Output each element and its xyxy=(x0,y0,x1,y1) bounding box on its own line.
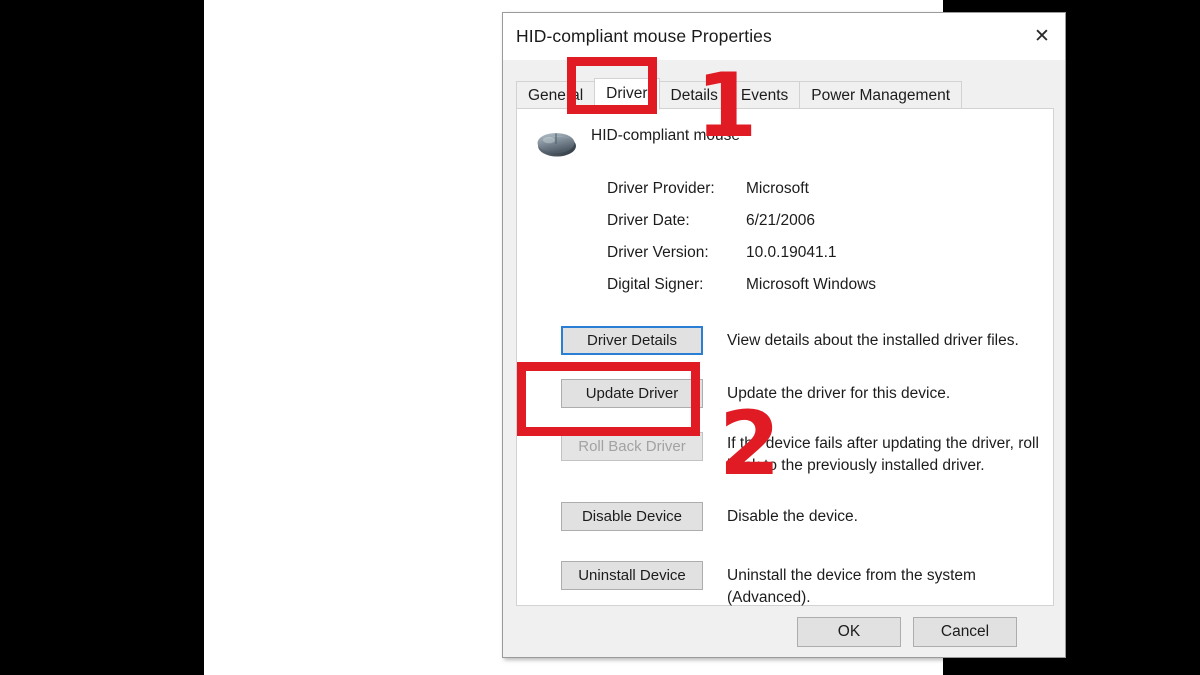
mouse-icon xyxy=(535,123,579,163)
driver-details-button[interactable]: Driver Details xyxy=(561,326,703,355)
disable-device-button[interactable]: Disable Device xyxy=(561,502,703,531)
driver-actions: Driver Details View details about the in… xyxy=(561,326,1041,609)
uninstall-device-description: Uninstall the device from the system (Ad… xyxy=(727,567,976,606)
driver-info-row: Driver Provider: Microsoft xyxy=(607,180,876,212)
roll-back-driver-description: If the device fails after updating the d… xyxy=(727,435,1039,474)
driver-info-table: Driver Provider: Microsoft Driver Date: … xyxy=(607,180,876,308)
close-icon: ✕ xyxy=(1034,25,1050,47)
update-driver-description: Update the driver for this device. xyxy=(727,385,951,402)
roll-back-driver-button: Roll Back Driver xyxy=(561,432,703,461)
uninstall-device-button[interactable]: Uninstall Device xyxy=(561,561,703,590)
driver-details-description: View details about the installed driver … xyxy=(727,332,1019,349)
driver-version-label: Driver Version: xyxy=(607,244,709,261)
device-name: HID-compliant mouse xyxy=(591,127,741,144)
page-background: HID-compliant mouse Properties ✕ General… xyxy=(204,0,1066,675)
action-row-driver-details: Driver Details View details about the in… xyxy=(561,326,1041,355)
tab-general[interactable]: General xyxy=(516,81,596,109)
tab-row: General Driver Details Events Power Mana… xyxy=(516,78,962,110)
update-driver-button[interactable]: Update Driver xyxy=(561,379,703,408)
action-row-uninstall-device: Uninstall Device Uninstall the device fr… xyxy=(561,561,1041,609)
digital-signer-value: Microsoft Windows xyxy=(746,276,877,293)
tab-strip: General Driver Details Events Power Mana… xyxy=(503,60,1065,110)
driver-tab-panel: HID-compliant mouse Driver Provider: Mic… xyxy=(516,108,1054,606)
digital-signer-label: Digital Signer: xyxy=(607,276,704,293)
driver-date-label: Driver Date: xyxy=(607,212,690,229)
driver-info-row: Driver Version: 10.0.19041.1 xyxy=(607,244,876,276)
action-row-update-driver: Update Driver Update the driver for this… xyxy=(561,379,1041,408)
tab-events[interactable]: Events xyxy=(728,81,801,109)
driver-date-value: 6/21/2006 xyxy=(746,212,815,229)
driver-info-row: Driver Date: 6/21/2006 xyxy=(607,212,876,244)
tab-driver[interactable]: Driver xyxy=(594,78,660,110)
tab-details[interactable]: Details xyxy=(658,81,730,109)
action-row-roll-back-driver: Roll Back Driver If the device fails aft… xyxy=(561,432,1041,477)
close-button[interactable]: ✕ xyxy=(1019,13,1065,60)
cancel-button[interactable]: Cancel xyxy=(913,617,1017,647)
ok-button[interactable]: OK xyxy=(797,617,901,647)
dialog-titlebar: HID-compliant mouse Properties ✕ xyxy=(503,13,1065,60)
disable-device-description: Disable the device. xyxy=(727,508,858,525)
driver-provider-value: Microsoft xyxy=(746,180,809,197)
driver-provider-label: Driver Provider: xyxy=(607,180,715,197)
driver-info-row: Digital Signer: Microsoft Windows xyxy=(607,276,876,308)
dialog-footer: OK Cancel xyxy=(503,607,1065,657)
dialog-title: HID-compliant mouse Properties xyxy=(516,26,772,46)
driver-version-value: 10.0.19041.1 xyxy=(746,244,837,261)
action-row-disable-device: Disable Device Disable the device. xyxy=(561,502,1041,531)
screenshot-stage: HID-compliant mouse Properties ✕ General… xyxy=(0,0,1200,675)
device-header: HID-compliant mouse xyxy=(535,123,740,163)
properties-dialog: HID-compliant mouse Properties ✕ General… xyxy=(502,12,1066,658)
tab-power-management[interactable]: Power Management xyxy=(799,81,962,109)
